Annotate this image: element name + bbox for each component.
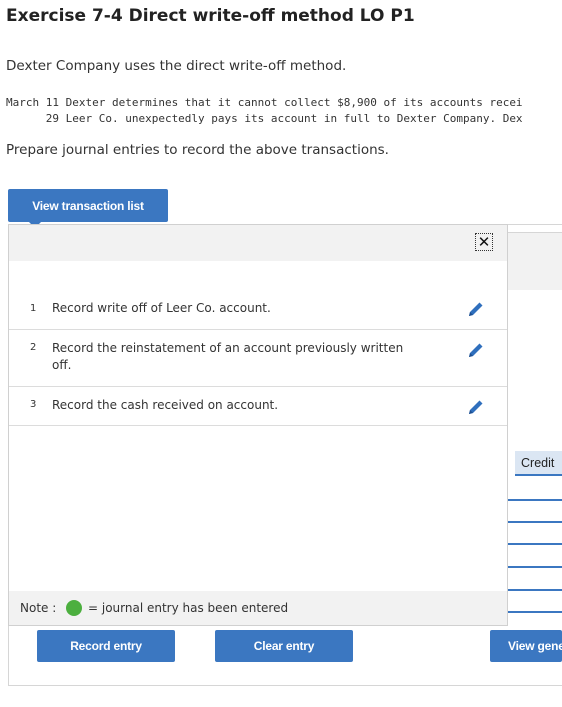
transaction-description: Record the reinstatement of an account p…	[52, 341, 404, 372]
popup-header: ✕	[9, 225, 507, 261]
close-icon[interactable]: ✕	[475, 233, 493, 251]
note-bar: Note : = journal entry has been entered	[9, 591, 507, 625]
transaction-list-popup: ✕ 1 Record write off of Leer Co. account…	[8, 224, 508, 626]
transaction-description: Record write off of Leer Co. account.	[52, 301, 271, 315]
record-entry-button[interactable]: Record entry	[37, 630, 175, 662]
view-transaction-list-button[interactable]: View transaction list	[8, 189, 168, 222]
note-text: = journal entry has been entered	[88, 601, 289, 615]
transaction-description: Record the cash received on account.	[52, 398, 279, 412]
entered-status-icon	[66, 600, 82, 616]
instruction-text: Prepare journal entries to record the ab…	[6, 142, 389, 158]
transaction-number: 2	[30, 342, 37, 353]
intro-text: Dexter Company uses the direct write-off…	[6, 58, 347, 74]
journal-header-strip	[508, 290, 562, 328]
credit-input-5[interactable]	[508, 589, 562, 591]
transaction-line-march-11: March 11 Dexter determines that it canno…	[6, 96, 523, 109]
credit-input-6[interactable]	[508, 611, 562, 613]
page-title: Exercise 7-4 Direct write-off method LO …	[6, 6, 415, 26]
clear-entry-button[interactable]: Clear entry	[215, 630, 353, 662]
credit-input-4[interactable]	[508, 566, 562, 568]
transaction-details: March 11 Dexter determines that it canno…	[6, 95, 562, 126]
view-general-journal-button[interactable]: View gene	[490, 630, 562, 662]
credit-column-header: Credit	[515, 451, 562, 476]
transaction-row-1[interactable]: 1 Record write off of Leer Co. account.	[9, 292, 507, 330]
transaction-number: 1	[30, 303, 37, 314]
credit-input-3[interactable]	[508, 543, 562, 545]
credit-input-2[interactable]	[508, 521, 562, 523]
transaction-number: 3	[30, 399, 37, 410]
transaction-row-3[interactable]: 3 Record the cash received on account.	[9, 387, 507, 426]
pencil-icon[interactable]	[467, 341, 485, 359]
pencil-icon[interactable]	[467, 398, 485, 416]
transaction-row-2[interactable]: 2 Record the reinstatement of an account…	[9, 330, 507, 387]
note-label: Note :	[20, 601, 57, 615]
pencil-icon[interactable]	[467, 300, 485, 318]
credit-input-1[interactable]	[508, 499, 562, 501]
transaction-line-29: 29 Leer Co. unexpectedly pays its accoun…	[6, 111, 523, 125]
